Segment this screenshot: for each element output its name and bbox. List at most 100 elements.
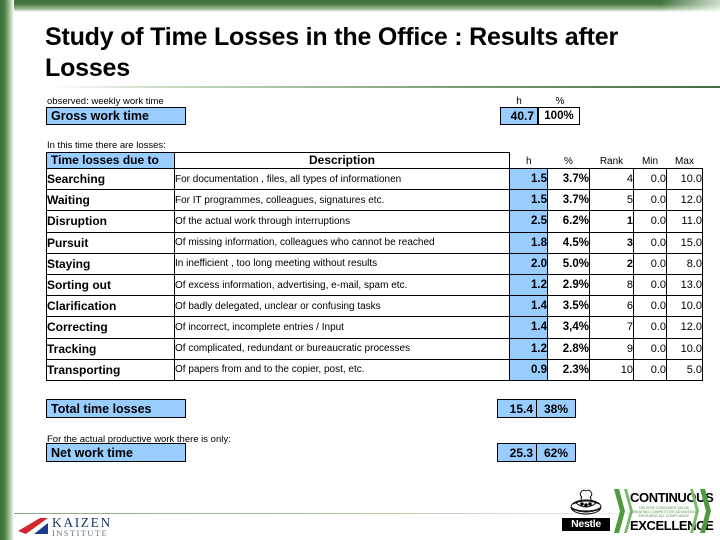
losses-caption: In this time there are losses:: [47, 140, 166, 151]
row-category: Pursuit: [46, 231, 175, 254]
row-rank: 3: [589, 231, 634, 254]
title-divider: [48, 86, 720, 88]
row-description: Of complicated, redundant or bureaucrati…: [174, 337, 510, 360]
row-percent: 3.5%: [547, 295, 590, 318]
kaizen-wordmark: KAIZEN INSTITUTE: [52, 516, 148, 537]
row-category: Staying: [46, 252, 175, 275]
row-category: Clarification: [46, 295, 175, 318]
table-header-row: Time losses due to Description h % Rank …: [46, 152, 703, 169]
row-description: For documentation , files, all types of …: [174, 167, 510, 191]
row-category: Tracking: [46, 337, 175, 360]
row-description: Of badly delegated, unclear or confusing…: [174, 295, 510, 318]
row-min: 0.0: [633, 358, 667, 381]
slide-frame-top-band: [0, 0, 720, 12]
gross-hours-header: h: [516, 96, 522, 107]
net-work-time-hours: 25.3: [497, 443, 537, 462]
nestle-continuous-excellence-logo: Nestle CONTINUOUS DELIVER CONSUMER VALUE…: [560, 487, 714, 535]
net-work-time-percent: 62%: [536, 443, 576, 462]
row-description: Of papers from and to the copier, post, …: [174, 358, 510, 381]
row-max: 11.0: [666, 210, 703, 233]
kaizen-institute-logo: KAIZEN INSTITUTE: [18, 516, 148, 538]
row-min: 0.0: [633, 210, 667, 233]
row-category: Disruption: [46, 210, 175, 233]
row-rank: 4: [589, 167, 634, 191]
row-rank: 8: [589, 273, 634, 297]
header-category: Time losses due to: [46, 152, 175, 169]
row-max: 10.0: [666, 167, 703, 191]
row-percent: 2.3%: [547, 358, 590, 381]
time-losses-table: Time losses due to Description h % Rank …: [46, 152, 703, 381]
row-max: 15.0: [666, 231, 703, 254]
row-rank: 5: [589, 189, 634, 212]
row-category: Correcting: [46, 316, 175, 339]
slide-frame-fade: [660, 0, 720, 12]
continuous-text: CONTINUOUS: [630, 490, 714, 505]
header-max: Max: [675, 156, 694, 167]
table-row: Tracking Of complicated, redundant or bur…: [46, 337, 703, 360]
total-time-losses-percent: 38%: [536, 399, 576, 418]
table-row: Transporting Of papers from and to the co…: [46, 358, 703, 381]
chevron-right-icon: [700, 489, 711, 533]
row-category: Searching: [46, 167, 175, 191]
observed-caption: observed: weekly work time: [47, 96, 164, 107]
row-percent: 3,4%: [547, 316, 590, 339]
row-min: 0.0: [633, 316, 667, 339]
row-min: 0.0: [633, 295, 667, 318]
row-max: 10.0: [666, 337, 703, 360]
row-category: Transporting: [46, 358, 175, 381]
row-hours: 1.4: [509, 295, 548, 318]
table-row: Sorting out Of excess information, advert…: [46, 273, 703, 297]
row-hours: 2.5: [509, 210, 548, 233]
row-percent: 5.0%: [547, 252, 590, 275]
net-work-time-label: Net work time: [46, 443, 186, 462]
header-hours: h: [525, 156, 532, 167]
continuous-excellence-microtext: DELIVER CONSUMER VALUE CREATING COMPETIT…: [630, 506, 698, 518]
row-hours: 1.8: [509, 231, 548, 254]
row-percent: 6.2%: [547, 210, 590, 233]
row-max: 13.0: [666, 273, 703, 297]
row-category: Sorting out: [46, 273, 175, 297]
row-hours: 1.5: [509, 189, 548, 212]
total-time-losses-label: Total time losses: [46, 399, 186, 418]
table-row: Correcting Of incorrect, incomplete entri…: [46, 316, 703, 339]
row-min: 0.0: [633, 273, 667, 297]
table-row: Clarification Of badly delegated, unclear…: [46, 295, 703, 318]
row-rank: 9: [589, 337, 634, 360]
slide-frame-left-band: [0, 0, 14, 540]
gross-percent-header: %: [555, 96, 565, 107]
nestle-wordmark: Nestle: [562, 518, 610, 531]
excellence-text: EXCELLENCE: [630, 518, 714, 533]
table-row: Pursuit Of missing information, colleague…: [46, 231, 703, 254]
kaizen-mark-icon: [18, 518, 48, 534]
table-row: Searching For documentation , files, all …: [46, 167, 703, 191]
row-max: 5.0: [666, 358, 703, 381]
nestle-nest-icon: [564, 488, 608, 518]
row-percent: 2.9%: [547, 273, 590, 297]
table-row: Staying In inefficient , too long meeting…: [46, 252, 703, 275]
row-max: 12.0: [666, 189, 703, 212]
row-min: 0.0: [633, 167, 667, 191]
row-category: Waiting: [46, 189, 175, 212]
table-row: Waiting For IT programmes, colleagues, si…: [46, 189, 703, 212]
gross-work-time-percent: 100%: [538, 107, 580, 125]
gross-work-time-hours: 40.7: [500, 107, 538, 125]
row-description: Of missing information, colleagues who c…: [174, 231, 510, 254]
header-percent: %: [564, 156, 573, 167]
header-min: Min: [641, 156, 659, 167]
row-description: Of the actual work through interruptions: [174, 210, 510, 233]
row-description: Of excess information, advertising, e-ma…: [174, 273, 510, 297]
row-rank: 10: [589, 358, 634, 381]
row-description: Of incorrect, incomplete entries / Input: [174, 316, 510, 339]
row-percent: 3.7%: [547, 189, 590, 212]
row-hours: 0.9: [509, 358, 548, 381]
row-percent: 3.7%: [547, 167, 590, 191]
row-min: 0.0: [633, 337, 667, 360]
row-rank: 2: [589, 252, 634, 275]
row-rank: 1: [589, 210, 634, 233]
row-rank: 6: [589, 295, 634, 318]
row-hours: 1.5: [509, 167, 548, 191]
row-max: 10.0: [666, 295, 703, 318]
row-rank: 7: [589, 316, 634, 339]
page-title: Study of Time Losses in the Office : Res…: [45, 23, 618, 82]
row-description: For IT programmes, colleagues, signature…: [174, 189, 510, 212]
